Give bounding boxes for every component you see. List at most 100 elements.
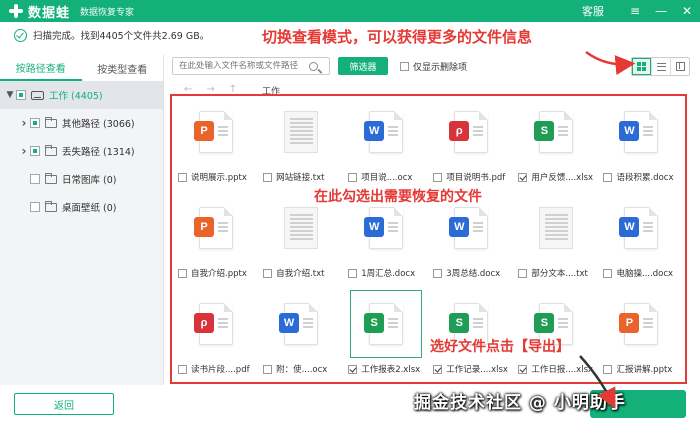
search-icon[interactable] [309,61,318,71]
file-item[interactable]: ρ 项目说明书.pdf [429,98,514,194]
tree-checkbox[interactable] [30,146,40,156]
file-checkbox[interactable] [433,268,443,278]
tree-checkbox[interactable] [30,174,40,184]
tree-item-work[interactable]: ▼ 工作 (4405) [0,81,163,109]
detail-view-button[interactable] [670,58,689,75]
file-name: 项目说....ocx [361,173,413,183]
file-thumbnail[interactable]: P [180,194,252,262]
file-item[interactable]: P 汇报讲解.pptx [599,290,684,386]
file-checkbox[interactable] [348,364,358,374]
file-thumbnail[interactable]: W [605,194,677,262]
file-item[interactable]: P 说明展示.pptx [174,98,259,194]
file-checkbox[interactable] [263,364,273,374]
left-panel: 按路径查看 按类型查看 ▼ 工作 (4405) › 其他路径 (3066) › … [0,55,164,385]
drive-icon [31,90,44,100]
txt-file-icon [284,207,319,249]
file-item[interactable]: W 附：使....ocx [259,290,344,386]
file-thumbnail[interactable]: ρ [435,98,507,166]
minimize-icon[interactable]: — [648,0,674,22]
tree-checkbox[interactable] [30,202,40,212]
file-label: 网站链接.txt [263,171,343,183]
tree-checkbox[interactable] [16,90,26,100]
tab-by-type[interactable]: 按类型查看 [82,55,164,81]
title-bar: 数据蛙 数据恢复专家 客服 ≡ — ✕ [0,0,700,22]
chevron-right-icon[interactable]: › [18,116,30,130]
file-checkbox[interactable] [603,364,613,374]
customer-service-link[interactable]: 客服 [582,3,604,19]
list-view-button[interactable] [651,58,670,75]
file-checkbox[interactable] [603,268,613,278]
file-checkbox[interactable] [178,268,187,278]
tree-item-other-paths[interactable]: › 其他路径 (3066) [0,109,163,137]
filter-button[interactable]: 筛选器 [338,57,388,75]
file-item[interactable]: W 3周总结.docx [429,194,514,290]
file-checkbox[interactable] [178,364,187,374]
folder-icon [45,200,57,212]
file-item[interactable]: 自我介绍.txt [259,194,344,290]
file-checkbox[interactable] [518,268,528,278]
file-checkbox[interactable] [518,172,528,182]
file-item[interactable]: W 电脑操....docx [599,194,684,290]
tree-item-desktop-wallpaper[interactable]: 桌面壁纸 (0) [0,193,163,221]
pdf-file-icon: ρ [194,303,233,345]
file-label: 工作记录....xlsx [433,363,513,375]
tab-by-path[interactable]: 按路径查看 [0,55,82,81]
file-type-badge: ρ [194,313,214,333]
cross-logo-icon [8,3,24,19]
file-thumbnail[interactable]: W [265,290,337,358]
file-item[interactable]: 网站链接.txt [259,98,344,194]
search-input[interactable] [179,61,305,71]
file-item[interactable]: ρ 读书片段....pdf [174,290,259,386]
folder-icon [45,116,57,128]
file-checkbox[interactable] [348,172,358,182]
file-checkbox[interactable] [433,364,443,374]
word-file-icon: W [619,207,659,249]
only-deleted-checkbox[interactable] [400,61,409,71]
chevron-right-icon[interactable]: › [18,144,30,158]
file-thumbnail[interactable]: ρ [180,290,252,358]
file-thumbnail[interactable]: P [605,290,677,358]
file-name: 3周总结.docx [446,269,501,279]
back-button[interactable]: 返回 [14,393,114,415]
only-deleted-toggle[interactable]: 仅显示删除项 [400,60,467,73]
file-item[interactable]: S 用户反馈....xlsx [514,98,599,194]
annotation-bottom: 选好文件点击【导出】 [430,339,570,355]
menu-icon[interactable]: ≡ [622,0,648,22]
file-thumbnail[interactable]: S [350,290,423,358]
tree-checkbox[interactable] [30,118,40,128]
file-checkbox[interactable] [263,172,273,182]
file-thumbnail[interactable]: P [180,98,252,166]
file-item[interactable]: P 自我介绍.pptx [174,194,259,290]
file-checkbox[interactable] [263,268,273,278]
file-label: 3周总结.docx [433,267,513,279]
tree-item-label: 工作 (4405) [49,91,103,102]
file-checkbox[interactable] [433,172,443,182]
file-thumbnail[interactable]: W [350,98,422,166]
chevron-down-icon[interactable]: ▼ [4,90,16,100]
search-box[interactable] [172,57,330,75]
file-type-badge: W [364,121,385,141]
file-label: 汇报讲解.pptx [603,363,683,375]
file-thumbnail[interactable]: W [605,98,677,166]
close-icon[interactable]: ✕ [674,0,700,22]
file-checkbox[interactable] [603,172,613,182]
file-item[interactable]: W 语段积累.docx [599,98,684,194]
file-name: 工作报表2.xlsx [361,365,421,375]
ppt-file-icon: P [194,111,233,153]
tree-item-daily-gallery[interactable]: 日常图库 (0) [0,165,163,193]
file-checkbox[interactable] [518,364,528,374]
file-item[interactable]: S 工作报表2.xlsx [344,290,429,386]
file-thumbnail[interactable] [520,194,592,262]
file-thumbnail[interactable]: S [520,98,592,166]
file-checkbox[interactable] [348,268,358,278]
file-item[interactable]: 部分文本....txt [514,194,599,290]
file-item[interactable]: W 1周汇总.docx [344,194,429,290]
file-checkbox[interactable] [178,172,187,182]
file-name: 自我介绍.pptx [191,269,247,279]
excel-file-icon: S [364,303,404,345]
tree-item-lost-paths[interactable]: › 丢失路径 (1314) [0,137,163,165]
file-label: 电脑操....docx [603,267,683,279]
file-thumbnail[interactable] [265,98,337,166]
grid-view-button[interactable] [632,58,651,75]
file-item[interactable]: W 项目说....ocx [344,98,429,194]
